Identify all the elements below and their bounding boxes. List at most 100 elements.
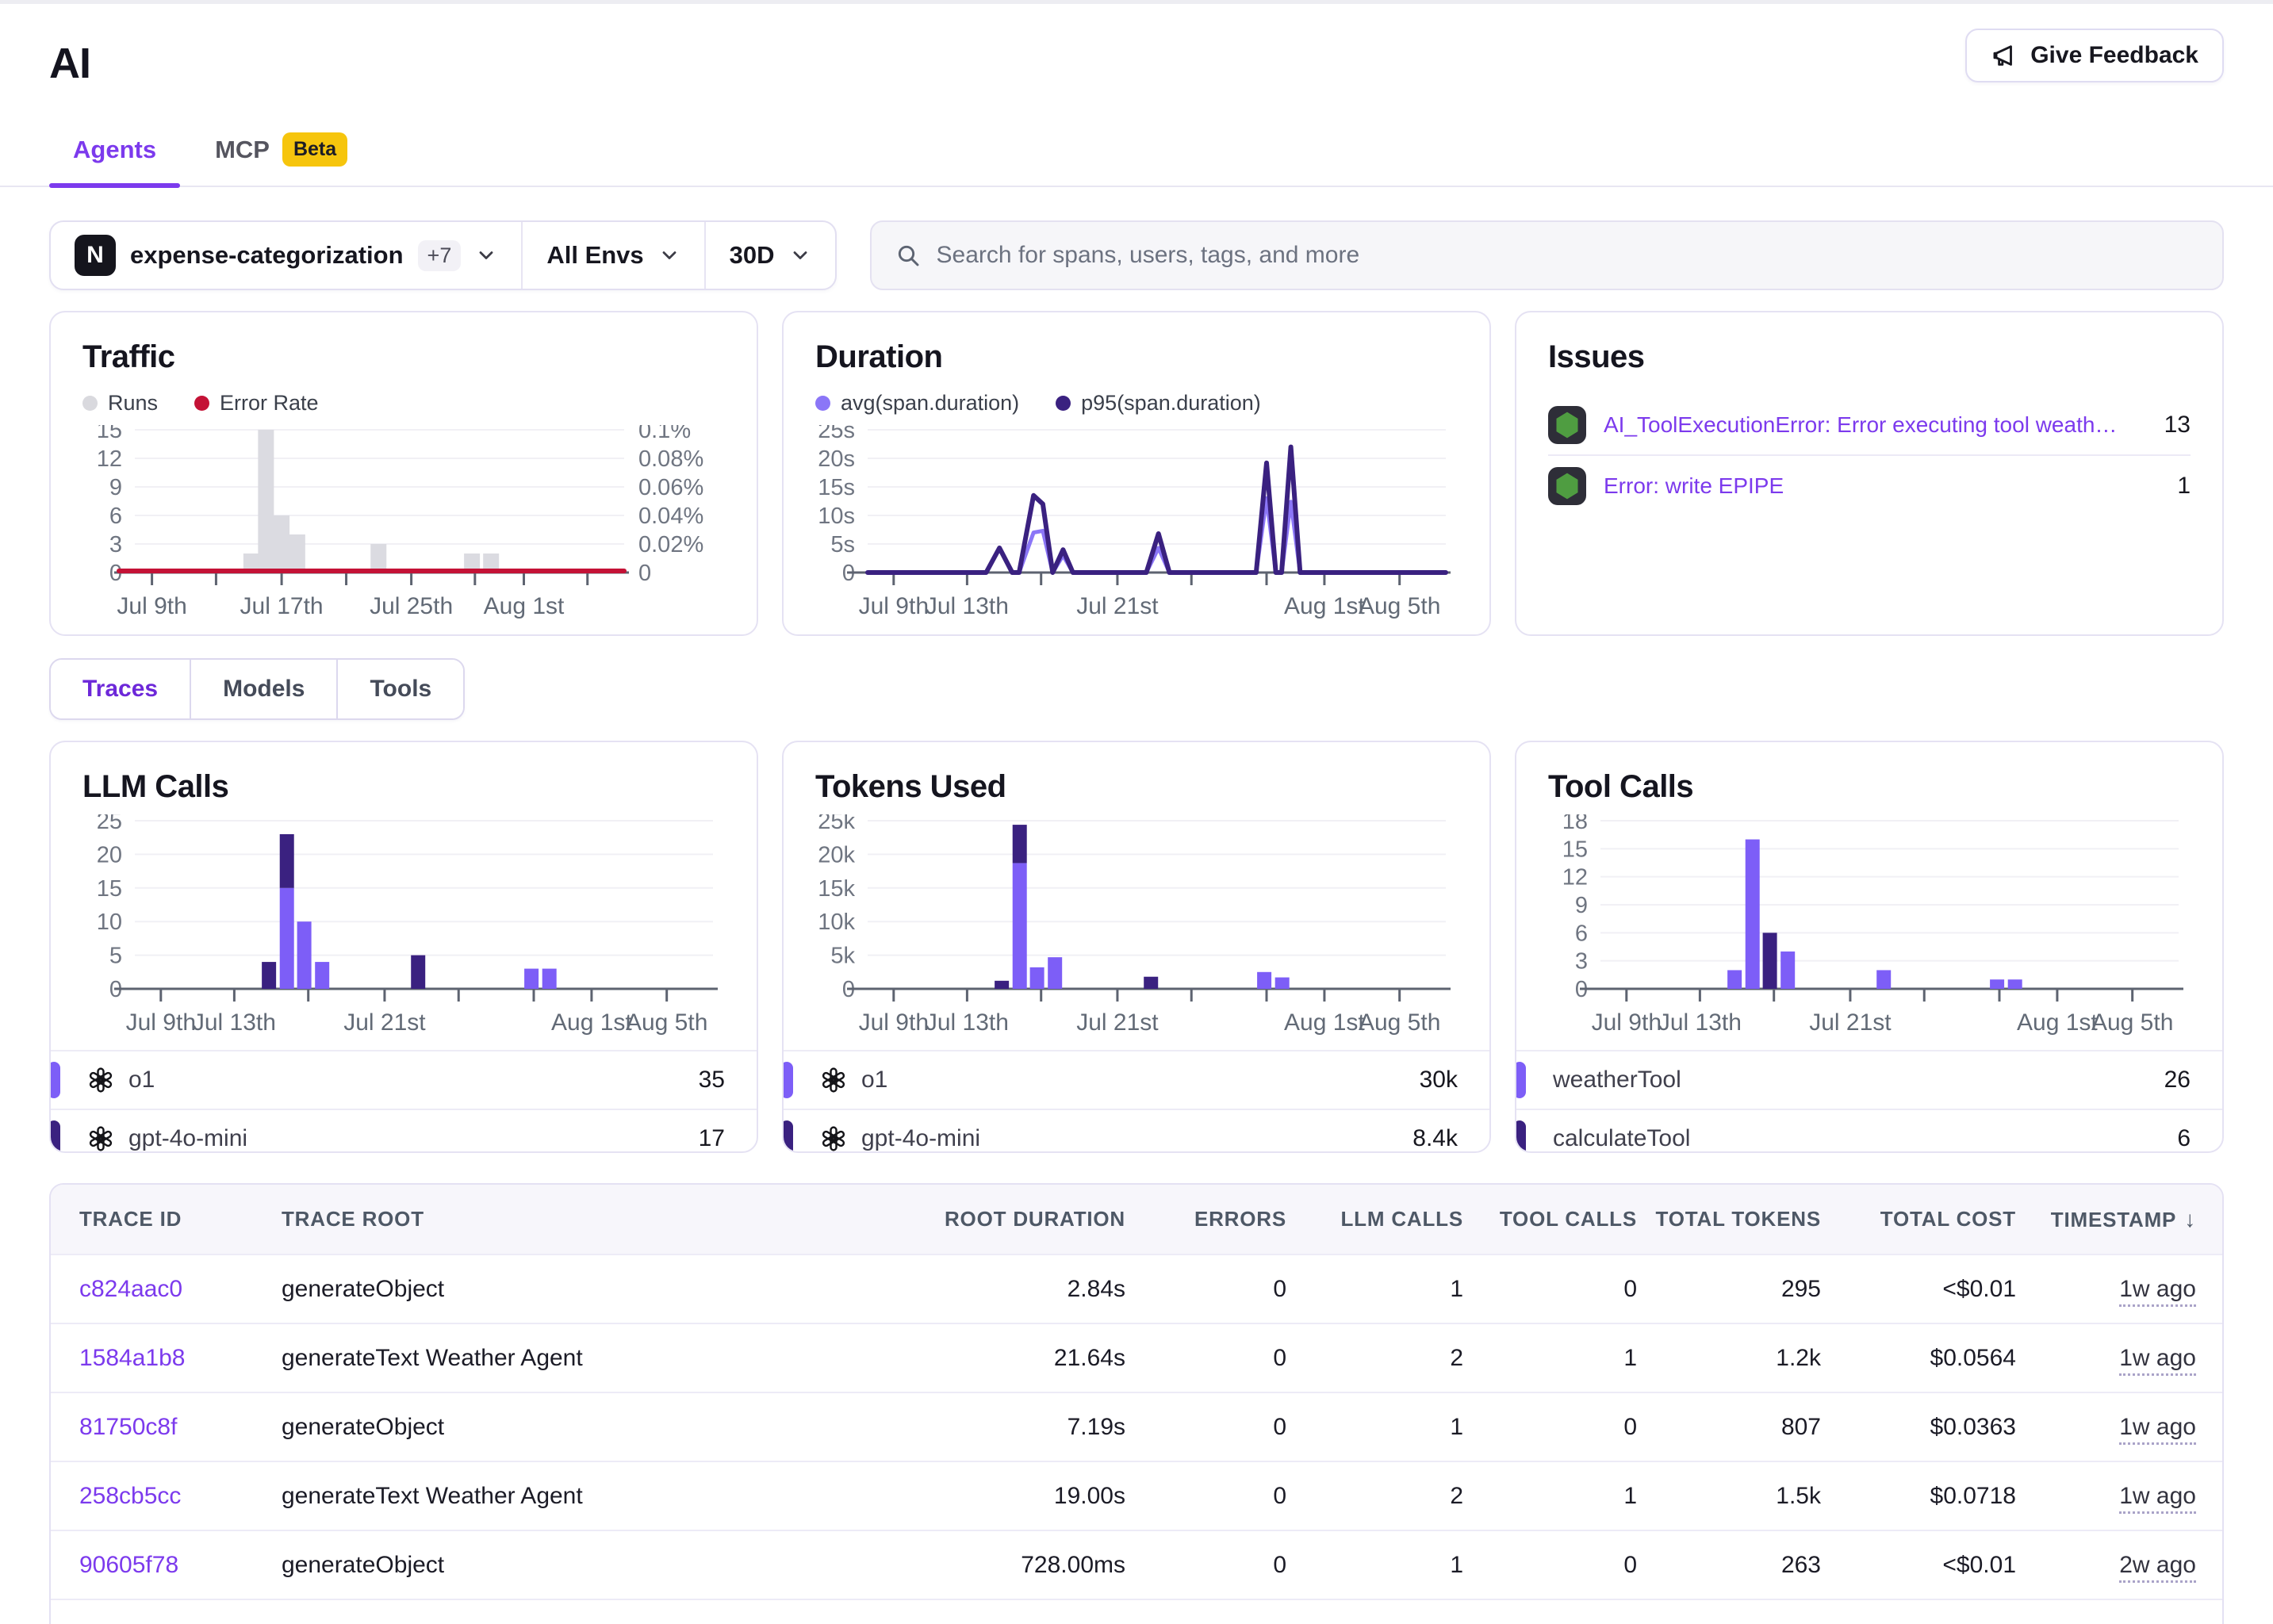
trace-id-link[interactable]: 90605f78 <box>51 1530 253 1599</box>
errors-cell: 0 <box>1125 1599 1286 1624</box>
tool-calls-cell: 0 <box>1463 1392 1637 1461</box>
table-row[interactable]: c824aac0generateObject2.84s010295<$0.011… <box>51 1254 2224 1323</box>
timestamp-cell: 2w ago <box>2016 1530 2224 1599</box>
date-range-selector[interactable]: 30D <box>704 222 835 289</box>
total-cost-cell: $0.0363 <box>1821 1392 2016 1461</box>
legend-row-gpt-4o-mini[interactable]: gpt-4o-mini 8.4k <box>784 1109 1489 1153</box>
legend-runs[interactable]: Runs <box>82 391 158 416</box>
legend-row-weatherTool[interactable]: weatherTool 26 <box>1516 1050 2222 1109</box>
col-timestamp[interactable]: TIMESTAMP↓ <box>2016 1185 2224 1254</box>
llm-calls-chart: 0510152025Jul 9thJul 13thJul 21stAug 1st… <box>82 814 726 1046</box>
timestamp-value[interactable]: 1w ago <box>2119 1345 2196 1376</box>
table-row[interactable]: 81750c8fgenerateObject7.19s010807$0.0363… <box>51 1392 2224 1461</box>
svg-text:Aug 1st: Aug 1st <box>2017 1009 2098 1036</box>
timestamp-value[interactable]: 2w ago <box>2119 1552 2196 1583</box>
col-trace-id[interactable]: TRACE ID <box>51 1185 253 1254</box>
timestamp-value[interactable]: 1w ago <box>2119 1414 2196 1445</box>
total-tokens-cell: 1.2k <box>1637 1323 1821 1392</box>
legend-row-calculateTool[interactable]: calculateTool 6 <box>1516 1109 2222 1153</box>
legend-row-gpt-4o-mini[interactable]: gpt-4o-mini 17 <box>51 1109 757 1153</box>
legend-row-o1[interactable]: o1 30k <box>784 1050 1489 1109</box>
page-title: AI <box>49 39 2273 88</box>
trace-root-cell: generateObject <box>253 1530 872 1599</box>
chevron-down-icon <box>789 244 811 266</box>
timestamp-cell: 1w ago <box>2016 1254 2224 1323</box>
svg-text:10s: 10s <box>818 504 855 529</box>
overview-cards: Traffic Runs Error Rate 0030.02%60.04%90… <box>49 311 2224 636</box>
svg-text:Jul 17th: Jul 17th <box>240 593 324 619</box>
avg-dot-icon <box>815 396 830 411</box>
series-name: o1 <box>128 1067 155 1094</box>
svg-text:15k: 15k <box>818 876 855 902</box>
openai-icon <box>820 1067 847 1094</box>
svg-text:0.04%: 0.04% <box>638 504 703 529</box>
trace-id-link[interactable]: 81750c8f <box>51 1392 253 1461</box>
tokens-used-legend: o1 30k gpt-4o-mini 8.4k <box>784 1050 1489 1153</box>
svg-text:18: 18 <box>1562 814 1588 834</box>
col-total-cost[interactable]: TOTAL COST <box>1821 1185 2016 1254</box>
total-tokens-cell: 263 <box>1637 1530 1821 1599</box>
tool-calls-cell: 1 <box>1463 1323 1637 1392</box>
svg-text:15: 15 <box>1562 837 1588 862</box>
issue-link[interactable]: AI_ToolExecutionError: Error executing t… <box>1604 412 2127 438</box>
give-feedback-button[interactable]: Give Feedback <box>1965 29 2224 82</box>
legend-p95-duration[interactable]: p95(span.duration) <box>1056 391 1261 416</box>
svg-text:12: 12 <box>1562 865 1588 891</box>
legend-error-rate[interactable]: Error Rate <box>194 391 319 416</box>
table-row[interactable]: 1b9a433bgenerateText Weather Agent4.95s0… <box>51 1599 2224 1624</box>
col-llm-calls[interactable]: LLM CALLS <box>1286 1185 1463 1254</box>
col-root-duration[interactable]: ROOT DURATION <box>872 1185 1125 1254</box>
tokens-used-title: Tokens Used <box>815 769 1458 805</box>
tool-calls-cell: 0 <box>1463 1530 1637 1599</box>
total-cost-cell: $0.0564 <box>1821 1323 2016 1392</box>
tab-agents[interactable]: Agents <box>49 120 180 186</box>
svg-text:6: 6 <box>109 504 122 529</box>
tab-models[interactable]: Models <box>190 660 336 718</box>
svg-text:20s: 20s <box>818 446 855 472</box>
table-row[interactable]: 258cb5ccgenerateText Weather Agent19.00s… <box>51 1461 2224 1530</box>
col-errors[interactable]: ERRORS <box>1125 1185 1286 1254</box>
duration-legend: avg(span.duration) p95(span.duration) <box>815 391 1458 416</box>
col-total-tokens[interactable]: TOTAL TOKENS <box>1637 1185 1821 1254</box>
issues-list: AI_ToolExecutionError: Error executing t… <box>1548 396 2191 516</box>
tab-tools[interactable]: Tools <box>336 660 463 718</box>
col-tool-calls[interactable]: TOOL CALLS <box>1463 1185 1637 1254</box>
project-selector[interactable]: N expense-categorization +7 <box>51 222 521 289</box>
issue-row[interactable]: Error: write EPIPE 1 <box>1548 456 2191 516</box>
trace-root-cell: generateText Weather Agent <box>253 1461 872 1530</box>
timestamp-value[interactable]: 1w ago <box>2119 1483 2196 1514</box>
issue-row[interactable]: AI_ToolExecutionError: Error executing t… <box>1548 396 2191 456</box>
traffic-title: Traffic <box>82 339 725 375</box>
trace-id-link[interactable]: c824aac0 <box>51 1254 253 1323</box>
svg-text:3: 3 <box>1575 949 1588 975</box>
search-input[interactable] <box>937 242 2198 269</box>
llm-calls-cell: 1 <box>1286 1530 1463 1599</box>
table-row[interactable]: 1584a1b8generateText Weather Agent21.64s… <box>51 1323 2224 1392</box>
legend-row-o1[interactable]: o1 35 <box>51 1050 757 1109</box>
tab-traces[interactable]: Traces <box>51 660 190 718</box>
trace-id-link[interactable]: 1584a1b8 <box>51 1323 253 1392</box>
svg-text:Jul 13th: Jul 13th <box>926 1009 1009 1036</box>
traffic-legend: Runs Error Rate <box>82 391 725 416</box>
sort-desc-icon: ↓ <box>2184 1207 2196 1231</box>
trace-id-link[interactable]: 1b9a433b <box>51 1599 253 1624</box>
col-trace-root[interactable]: TRACE ROOT <box>253 1185 872 1254</box>
series-value: 35 <box>699 1067 725 1094</box>
root-duration-cell: 4.95s <box>872 1599 1125 1624</box>
tool-calls-chart: 0369121518Jul 9thJul 13thJul 21stAug 1st… <box>1548 814 2191 1046</box>
legend-avg-duration[interactable]: avg(span.duration) <box>815 391 1019 416</box>
chevron-down-icon <box>475 244 497 266</box>
env-selector[interactable]: All Envs <box>521 222 703 289</box>
table-row[interactable]: 90605f78generateObject728.00ms010263<$0.… <box>51 1530 2224 1599</box>
svg-text:15s: 15s <box>818 475 855 500</box>
timestamp-value[interactable]: 1w ago <box>2119 1276 2196 1307</box>
issue-count: 1 <box>2177 473 2191 500</box>
issue-link[interactable]: Error: write EPIPE <box>1604 473 1784 499</box>
svg-text:Aug 5th: Aug 5th <box>1359 1009 1440 1036</box>
panel-tabs: Traces Models Tools <box>49 658 465 720</box>
issues-card: Issues AI_ToolExecutionError: Error exec… <box>1515 311 2224 636</box>
tab-mcp[interactable]: MCP Beta <box>191 120 371 186</box>
trace-id-link[interactable]: 258cb5cc <box>51 1461 253 1530</box>
timestamp-value[interactable]: 2w ago <box>2119 1621 2196 1624</box>
series-name: calculateTool <box>1553 1125 1690 1152</box>
